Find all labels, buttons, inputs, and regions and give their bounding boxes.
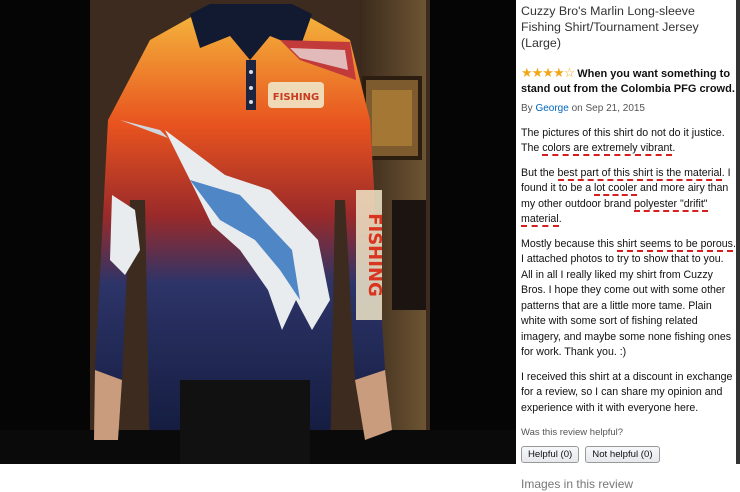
review-paragraph-1: The pictures of this shirt do not do it … (521, 126, 736, 157)
review-paragraph-3: Mostly because this shirt seems to be po… (521, 237, 736, 361)
highlight-underline: best part of this shirt is the material (558, 167, 722, 181)
right-edge-divider (736, 0, 740, 464)
review-photo[interactable]: FISHING FISHING (0, 0, 516, 464)
review-panel: Cuzzy Bro's Marlin Long-sleeve Fishing S… (521, 0, 736, 464)
helpful-question: Was this review helpful? (521, 425, 736, 441)
shirt-logo-text: FISHING (273, 92, 319, 103)
review-paragraph-4: I received this shirt at a discount in e… (521, 370, 736, 417)
review-date: Sep 21, 2015 (586, 103, 646, 114)
images-in-review-heading: Images in this review (521, 477, 736, 492)
review-header: ★★★★☆When you want something to stand ou… (521, 65, 736, 97)
review-paragraph-2: But the best part of this shirt is the m… (521, 166, 736, 228)
highlight-underline: lot cooler (594, 182, 637, 196)
author-link[interactable]: George (535, 103, 568, 114)
shirt-photo-illustration: FISHING FISHING (0, 0, 516, 464)
star-rating-icon: ★★★★☆ (521, 65, 574, 80)
product-title[interactable]: Cuzzy Bro's Marlin Long-sleeve Fishing S… (521, 3, 736, 51)
not-helpful-button[interactable]: Not helpful (0) (585, 446, 659, 463)
helpful-button[interactable]: Helpful (0) (521, 446, 579, 463)
helpful-buttons: Helpful (0) Not helpful (0) (521, 446, 736, 463)
highlight-underline: colors are extremely vibrant (542, 142, 672, 156)
review-byline: By George on Sep 21, 2015 (521, 101, 736, 117)
sleeve-text: FISHING (364, 213, 385, 297)
highlight-underline: shirt seems to be porous (617, 238, 733, 252)
